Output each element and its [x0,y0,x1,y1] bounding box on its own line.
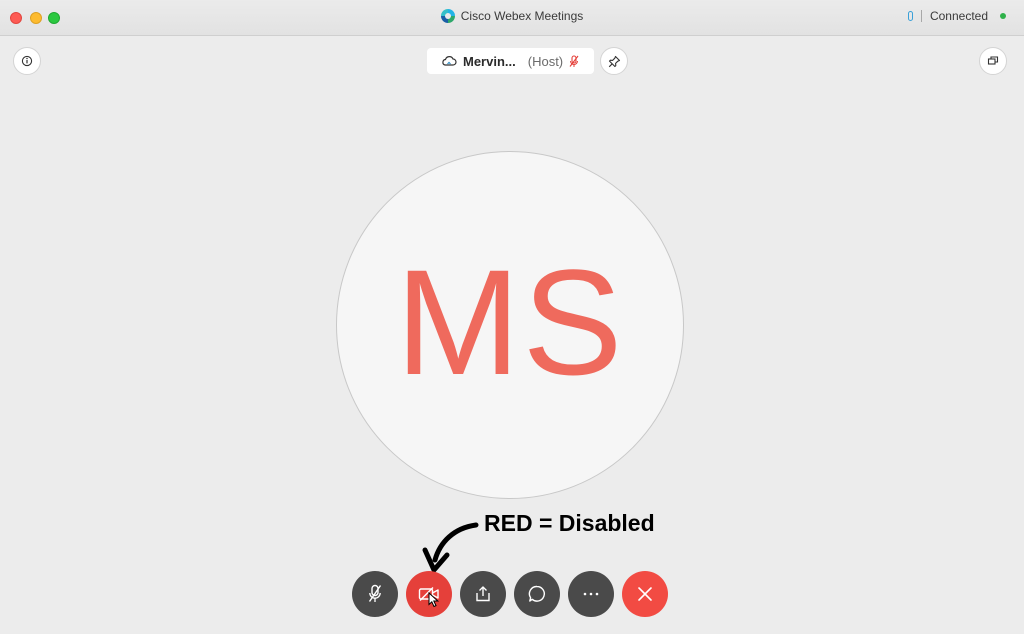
window-title: Cisco Webex Meetings [460,9,584,23]
title-bar: Cisco Webex Meetings Connected [0,0,1024,36]
chat-icon [528,585,545,602]
end-call-icon [638,587,652,601]
annotation-label: RED = Disabled [484,510,655,536]
info-icon [21,55,33,67]
mic-level-icon [907,11,913,21]
annotation-arrow-icon [422,522,479,573]
avatar-initials: MS [395,237,625,406]
layout-icon [987,56,999,65]
host-role: (Host) [527,53,564,69]
connection-status-label: Connected [929,9,988,23]
pin-speaker-button[interactable] [600,47,628,75]
more-options-button[interactable] [568,571,614,617]
webex-window: Cisco Webex Meetings Connected Mervin...… [0,0,1024,634]
more-icon [583,592,599,596]
pin-icon [608,55,620,67]
mouse-cursor-icon [428,592,440,608]
window-title-area: Cisco Webex Meetings [0,9,1024,26]
participant-avatar: MS [336,151,684,499]
share-button[interactable] [460,571,506,617]
mic-muted-icon [569,54,579,67]
share-icon [476,586,490,602]
mute-button[interactable] [352,571,398,617]
leave-meeting-button[interactable] [622,571,668,617]
active-speaker-label[interactable]: Mervin... (Host) [427,48,594,74]
meeting-info-button[interactable] [13,47,41,75]
webex-logo-icon [440,9,455,23]
connected-dot-icon [1000,13,1006,19]
stop-video-button[interactable] [406,571,452,617]
divider [920,10,922,22]
connection-status: Connected [907,9,1006,23]
host-name: Mervin... [463,53,516,69]
cloud-connection-icon [442,56,457,66]
layout-button[interactable] [979,47,1007,75]
chat-button[interactable] [514,571,560,617]
mic-muted-icon [368,584,382,602]
